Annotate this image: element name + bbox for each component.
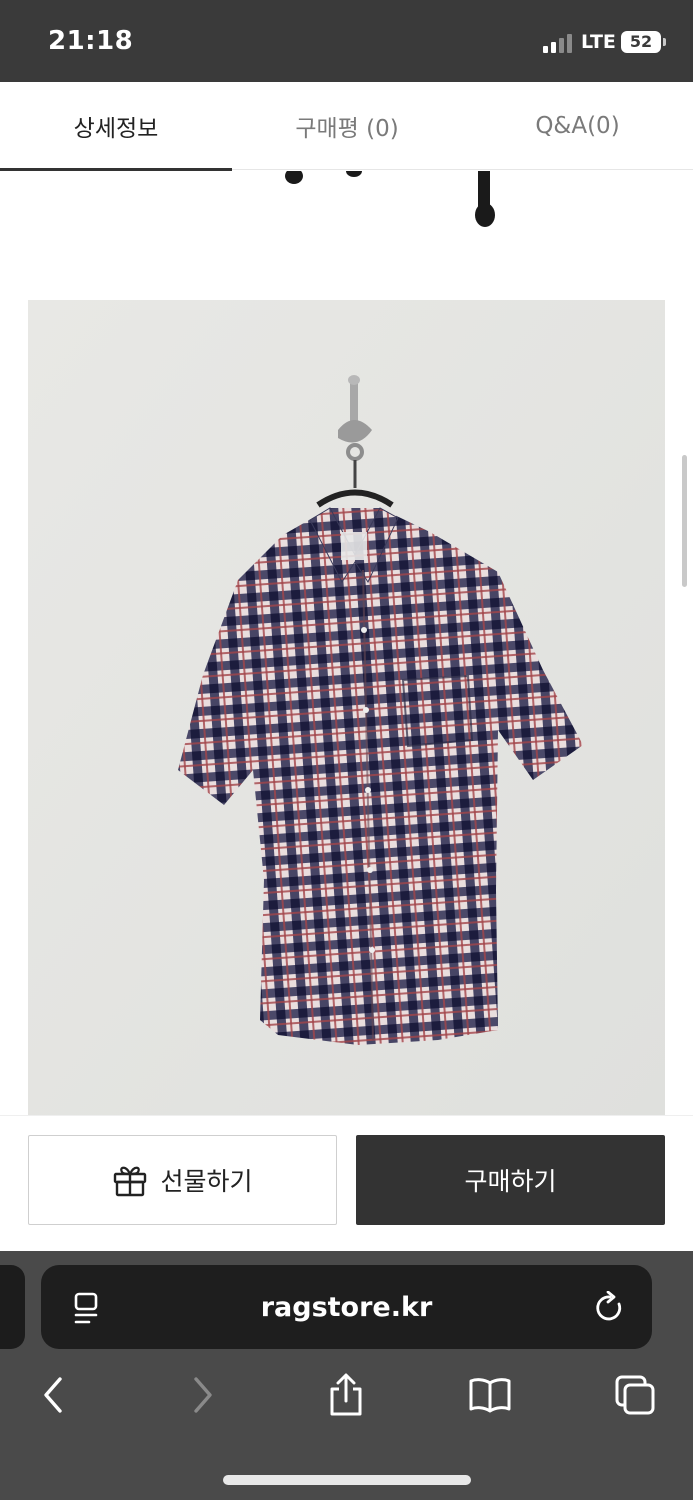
tab-qna[interactable]: Q&A(0): [462, 82, 693, 170]
signal-icon: [543, 33, 575, 53]
purchase-bar: 선물하기 구매하기: [0, 1115, 693, 1251]
forward-icon[interactable]: [180, 1373, 224, 1417]
bookmarks-icon[interactable]: [468, 1373, 512, 1417]
back-icon[interactable]: [32, 1373, 76, 1417]
reload-icon[interactable]: [593, 1291, 627, 1325]
tab-details-label: 상세정보: [73, 116, 159, 142]
tab-reviews[interactable]: 구매평 (0): [232, 82, 462, 170]
battery-tip: [663, 38, 666, 46]
network-label: LTE: [581, 31, 616, 53]
share-icon[interactable]: [324, 1373, 368, 1417]
home-indicator[interactable]: [223, 1475, 471, 1485]
product-photo: [28, 300, 665, 1115]
tab-details[interactable]: 상세정보: [0, 82, 232, 170]
status-bar: 21:18 LTE 52: [0, 0, 693, 82]
buy-button[interactable]: 구매하기: [356, 1135, 665, 1225]
status-time: 21:18: [48, 26, 134, 56]
battery-icon: 52: [621, 31, 661, 53]
address-bar[interactable]: ragstore.kr: [41, 1265, 652, 1349]
battery-level: 52: [629, 32, 653, 51]
url-text: ragstore.kr: [260, 1291, 433, 1323]
gift-button[interactable]: 선물하기: [28, 1135, 337, 1225]
browser-toolbar: ragstore.kr: [0, 1251, 693, 1500]
tab-qna-label: Q&A(0): [535, 113, 620, 139]
buy-button-label: 구매하기: [464, 1167, 557, 1196]
tab-reviews-label: 구매평 (0): [295, 116, 399, 142]
scrollbar[interactable]: [682, 455, 687, 587]
tabs-icon[interactable]: [613, 1373, 657, 1417]
tab-bar: 상세정보 구매평 (0) Q&A(0): [0, 82, 693, 171]
shirt-image: [28, 300, 665, 1115]
previous-image-remnant: [285, 171, 495, 227]
gift-icon: [114, 1166, 147, 1197]
gift-button-label: 선물하기: [160, 1167, 253, 1196]
previous-tab-preview[interactable]: [0, 1265, 25, 1349]
